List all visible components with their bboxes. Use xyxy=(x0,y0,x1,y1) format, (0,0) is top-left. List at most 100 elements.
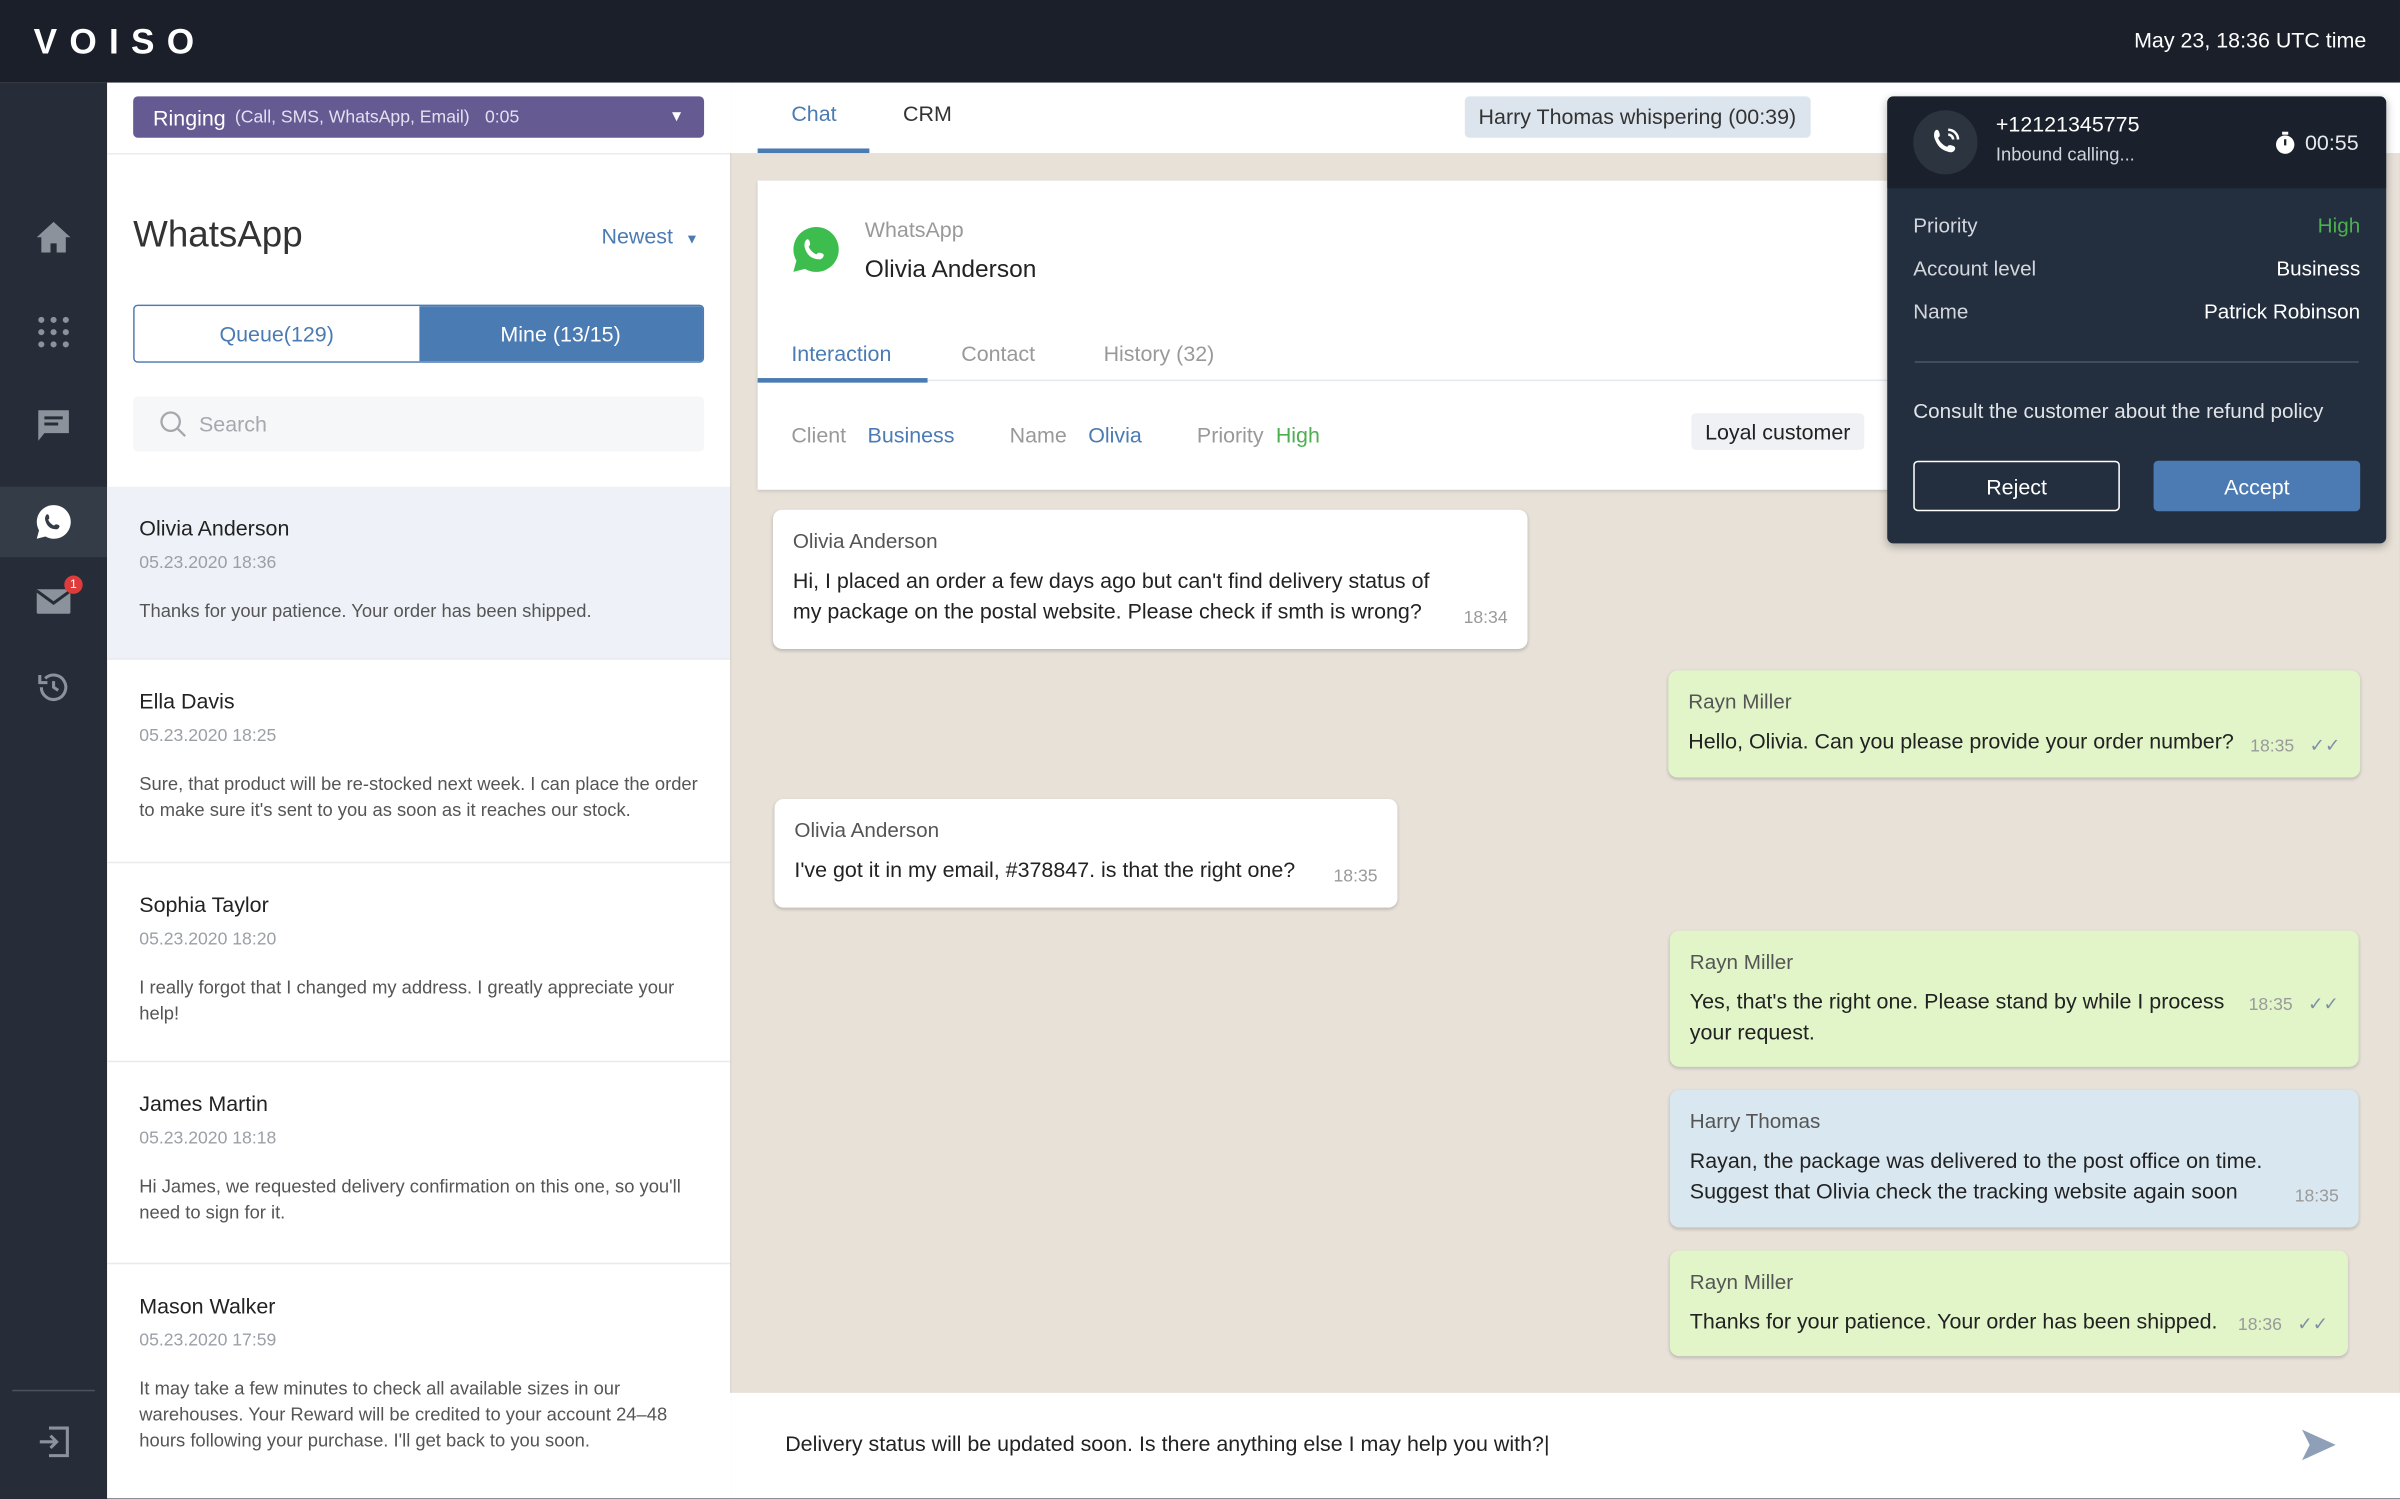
conversation-preview: Sure, that product will be re-stocked ne… xyxy=(139,772,698,821)
whatsapp-icon xyxy=(36,505,71,539)
logout-icon xyxy=(39,1426,69,1458)
account-level-label: Account level xyxy=(1913,257,2037,281)
tab-crm[interactable]: CRM xyxy=(903,101,952,125)
message-text: Yes, that's the right one. Please stand … xyxy=(1689,988,2225,1044)
caller-number: +12121345775 xyxy=(1995,111,2140,137)
contact-name: Sophia Taylor xyxy=(139,892,269,917)
top-bar: VOISO May 23, 18:36 UTC time xyxy=(0,0,2400,83)
priority-value: High xyxy=(2317,214,2361,238)
name-value: Patrick Robinson xyxy=(2203,299,2361,323)
logout-button[interactable] xyxy=(0,1407,107,1477)
message-sender: Rayn Miller xyxy=(1688,690,1792,714)
accept-button[interactable]: Accept xyxy=(2153,460,2361,512)
conversation-date: 05.23.2020 18:36 xyxy=(139,554,277,573)
divider xyxy=(1914,361,2359,363)
message-sender: Olivia Anderson xyxy=(794,818,940,842)
dialpad-icon xyxy=(38,316,69,348)
datetime: May 23, 18:36 UTC time xyxy=(2134,27,2367,53)
message-whisper: Harry Thomas Rayan, the package was deli… xyxy=(1669,1089,2359,1228)
mail-badge: 1 xyxy=(64,575,83,594)
message-text: Rayan, the package was delivered to the … xyxy=(1689,1147,2263,1204)
message-time: 18:36 xyxy=(2237,1316,2282,1335)
contact-name: Ella Davis xyxy=(139,688,235,714)
message-sender: Rayn Miller xyxy=(1689,950,1794,974)
conversation-item[interactable]: Ella Davis 05.23.2020 18:25 Sure, that p… xyxy=(107,660,732,864)
message-sender: Rayn Miller xyxy=(1689,1270,1794,1294)
conversation-preview: Thanks for your patience. Your order has… xyxy=(139,599,592,622)
tab-history[interactable]: History (32) xyxy=(1104,341,1215,365)
active-tab-indicator xyxy=(757,378,928,383)
contact-name: Mason Walker xyxy=(139,1293,276,1318)
conversation-item[interactable]: James Martin 05.23.2020 18:18 Hi James, … xyxy=(107,1062,732,1265)
ringing-status-dropdown[interactable]: Ringing (Call, SMS, WhatsApp, Email) 0:0… xyxy=(133,96,705,138)
reject-button[interactable]: Reject xyxy=(1913,460,2120,512)
timer-value: 00:55 xyxy=(2305,130,2359,155)
double-check-icon: ✓✓ xyxy=(2307,993,2339,1015)
search-icon xyxy=(160,411,187,438)
sidebar-divider xyxy=(12,1389,95,1392)
conversation-date: 05.23.2020 17:59 xyxy=(139,1331,277,1350)
message-text: Hello, Olivia. Can you please provide yo… xyxy=(1688,728,2234,754)
tab-chat[interactable]: Chat xyxy=(791,101,836,125)
priority-value: High xyxy=(1275,422,1320,447)
chevron-down-icon: ▼ xyxy=(669,108,685,126)
conversation-item[interactable]: Olivia Anderson 05.23.2020 18:36 Thanks … xyxy=(107,486,732,660)
message-input[interactable]: Delivery status will be updated soon. Is… xyxy=(785,1431,1549,1455)
client-value: Business xyxy=(867,422,955,447)
message-incoming: Olivia Anderson I've got it in my email,… xyxy=(774,798,1398,908)
search-input[interactable]: Search xyxy=(133,396,705,452)
conversation-preview: It may take a few minutes to check all a… xyxy=(139,1377,668,1452)
conversation-item[interactable]: Mason Walker 05.23.2020 17:59 It may tak… xyxy=(107,1264,731,1498)
priority-label: Priority xyxy=(1196,422,1264,447)
channel-label: WhatsApp xyxy=(864,217,964,242)
sidebar-item-whatsapp[interactable] xyxy=(0,486,108,558)
message-text: Thanks for your patience. Your order has… xyxy=(1689,1308,2218,1334)
message-time: 18:35 xyxy=(2250,737,2295,757)
priority-label: Priority xyxy=(1913,214,1978,238)
sidebar-item-mail[interactable]: 1 xyxy=(0,566,107,636)
conversation-date: 05.23.2020 18:20 xyxy=(139,930,277,949)
sort-dropdown[interactable]: Newest ▼ xyxy=(602,223,699,247)
tab-mine[interactable]: Mine (13/15) xyxy=(418,306,703,362)
history-icon xyxy=(38,673,68,701)
whatsapp-logo-icon xyxy=(793,227,839,272)
stopwatch-icon xyxy=(2275,130,2295,154)
account-level-value: Business xyxy=(2276,257,2361,281)
name-row: Name Patrick Robinson xyxy=(1913,300,2360,323)
contact-name: Olivia Anderson xyxy=(864,257,1037,284)
page-title: WhatsApp xyxy=(133,214,303,256)
sidebar: 1 xyxy=(0,82,108,1499)
message-text: Hi, I placed an order a few days ago but… xyxy=(792,567,1430,623)
message-time: 18:35 xyxy=(1333,867,1378,887)
phone-ringing-icon xyxy=(1913,110,1978,175)
conversation-preview: I really forgot that I changed my addres… xyxy=(139,976,675,1024)
message-time: 18:35 xyxy=(2294,1187,2339,1207)
whisper-status-badge: Harry Thomas whispering (00:39) xyxy=(1464,96,1810,138)
call-status: Inbound calling... xyxy=(1995,143,2135,166)
sort-label: Newest xyxy=(601,223,673,248)
tab-interaction[interactable]: Interaction xyxy=(791,341,891,365)
sidebar-item-history[interactable] xyxy=(0,652,107,722)
conversation-item[interactable]: Sophia Taylor 05.23.2020 18:20 I really … xyxy=(107,863,732,1063)
ringing-time: 0:05 xyxy=(484,107,520,127)
sidebar-item-chat[interactable] xyxy=(0,390,107,460)
conversation-date: 05.23.2020 18:18 xyxy=(139,1129,277,1148)
double-check-icon: ✓✓ xyxy=(2309,734,2341,757)
tab-contact[interactable]: Contact xyxy=(961,341,1035,365)
message-text: I've got it in my email, #378847. is tha… xyxy=(794,857,1296,882)
account-level-row: Account level Business xyxy=(1913,257,2360,280)
client-label: Client xyxy=(791,422,847,447)
tab-queue[interactable]: Queue(129) xyxy=(134,306,419,362)
queue-mine-toggle: Queue(129) Mine (13/15) xyxy=(133,304,705,363)
call-header: +12121345775 Inbound calling... 00:55 xyxy=(1887,96,2387,189)
divider xyxy=(730,153,732,1393)
message-outgoing: Rayn Miller Thanks for your patience. Yo… xyxy=(1669,1250,2348,1357)
sidebar-item-dialpad[interactable] xyxy=(0,297,107,367)
send-icon[interactable] xyxy=(2299,1427,2339,1464)
incoming-call-popup: +12121345775 Inbound calling... 00:55 Pr… xyxy=(1887,96,2387,544)
voiso-logo: VOISO xyxy=(33,21,207,62)
ringing-channels: (Call, SMS, WhatsApp, Email) xyxy=(234,107,470,127)
conversation-preview: Hi James, we requested delivery confirma… xyxy=(139,1175,681,1223)
sidebar-item-home[interactable] xyxy=(0,202,107,272)
priority-row: Priority High xyxy=(1913,214,2360,237)
